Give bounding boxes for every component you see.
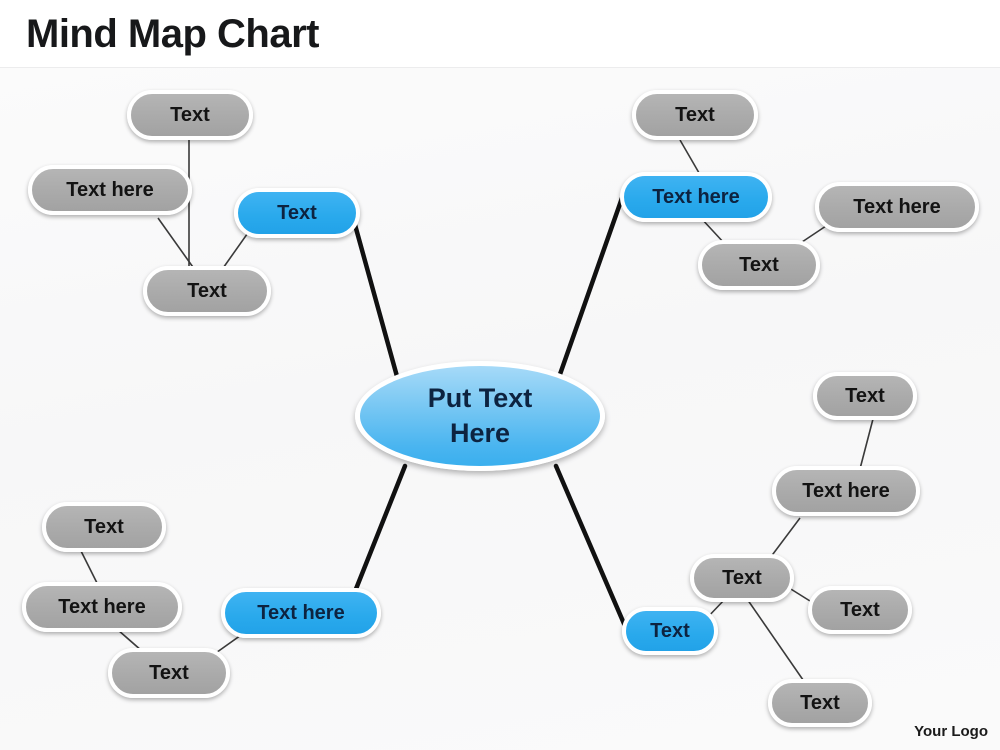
- mindmap-canvas: Put Text Here Text Text here Text Text T…: [0, 68, 1000, 750]
- node-lower-right-primary[interactable]: Text: [622, 607, 718, 655]
- node-lower-right-texthere[interactable]: Text here: [772, 466, 920, 516]
- trunk-lower-right: [553, 463, 628, 629]
- trunk-upper-right: [555, 195, 625, 383]
- node-lower-left-top[interactable]: Text: [42, 502, 166, 552]
- node-lower-left-primary[interactable]: Text here: [221, 588, 381, 638]
- logo-text: Your Logo: [914, 723, 988, 740]
- node-upper-right-primary[interactable]: Text here: [620, 172, 772, 222]
- page-title: Mind Map Chart: [26, 12, 319, 56]
- node-upper-right-hub[interactable]: Text: [698, 240, 820, 290]
- node-lower-right-hub[interactable]: Text: [690, 554, 794, 602]
- center-node-line2: Here: [449, 418, 511, 448]
- edge-lr-hub-texthere: [769, 517, 801, 559]
- node-lower-right-top[interactable]: Text: [813, 372, 917, 420]
- title-bar: Mind Map Chart: [0, 0, 1000, 68]
- node-upper-left-top[interactable]: Text: [127, 90, 253, 140]
- slide-root: Mind Map Chart Put Text Here Text Text h…: [0, 0, 1000, 750]
- node-upper-left-hub[interactable]: Text: [143, 266, 271, 316]
- node-upper-right-texthere[interactable]: Text here: [815, 182, 979, 232]
- node-lower-right-side[interactable]: Text: [808, 586, 912, 634]
- node-lower-right-bottom[interactable]: Text: [768, 679, 872, 727]
- trunk-lower-left: [347, 463, 408, 607]
- node-lower-left-hub[interactable]: Text: [108, 648, 230, 698]
- center-node[interactable]: Put Text Here: [355, 361, 605, 471]
- edge-lr-hub-bottom: [744, 595, 811, 691]
- node-upper-left-texthere[interactable]: Text here: [28, 165, 192, 215]
- node-upper-left-primary[interactable]: Text: [234, 188, 360, 238]
- trunk-upper-left: [349, 211, 401, 383]
- node-lower-left-texthere[interactable]: Text here: [22, 582, 182, 632]
- center-node-line1: Put Text: [427, 382, 533, 413]
- node-upper-right-top[interactable]: Text: [632, 90, 758, 140]
- edge-ul-hub-texthere: [157, 217, 196, 271]
